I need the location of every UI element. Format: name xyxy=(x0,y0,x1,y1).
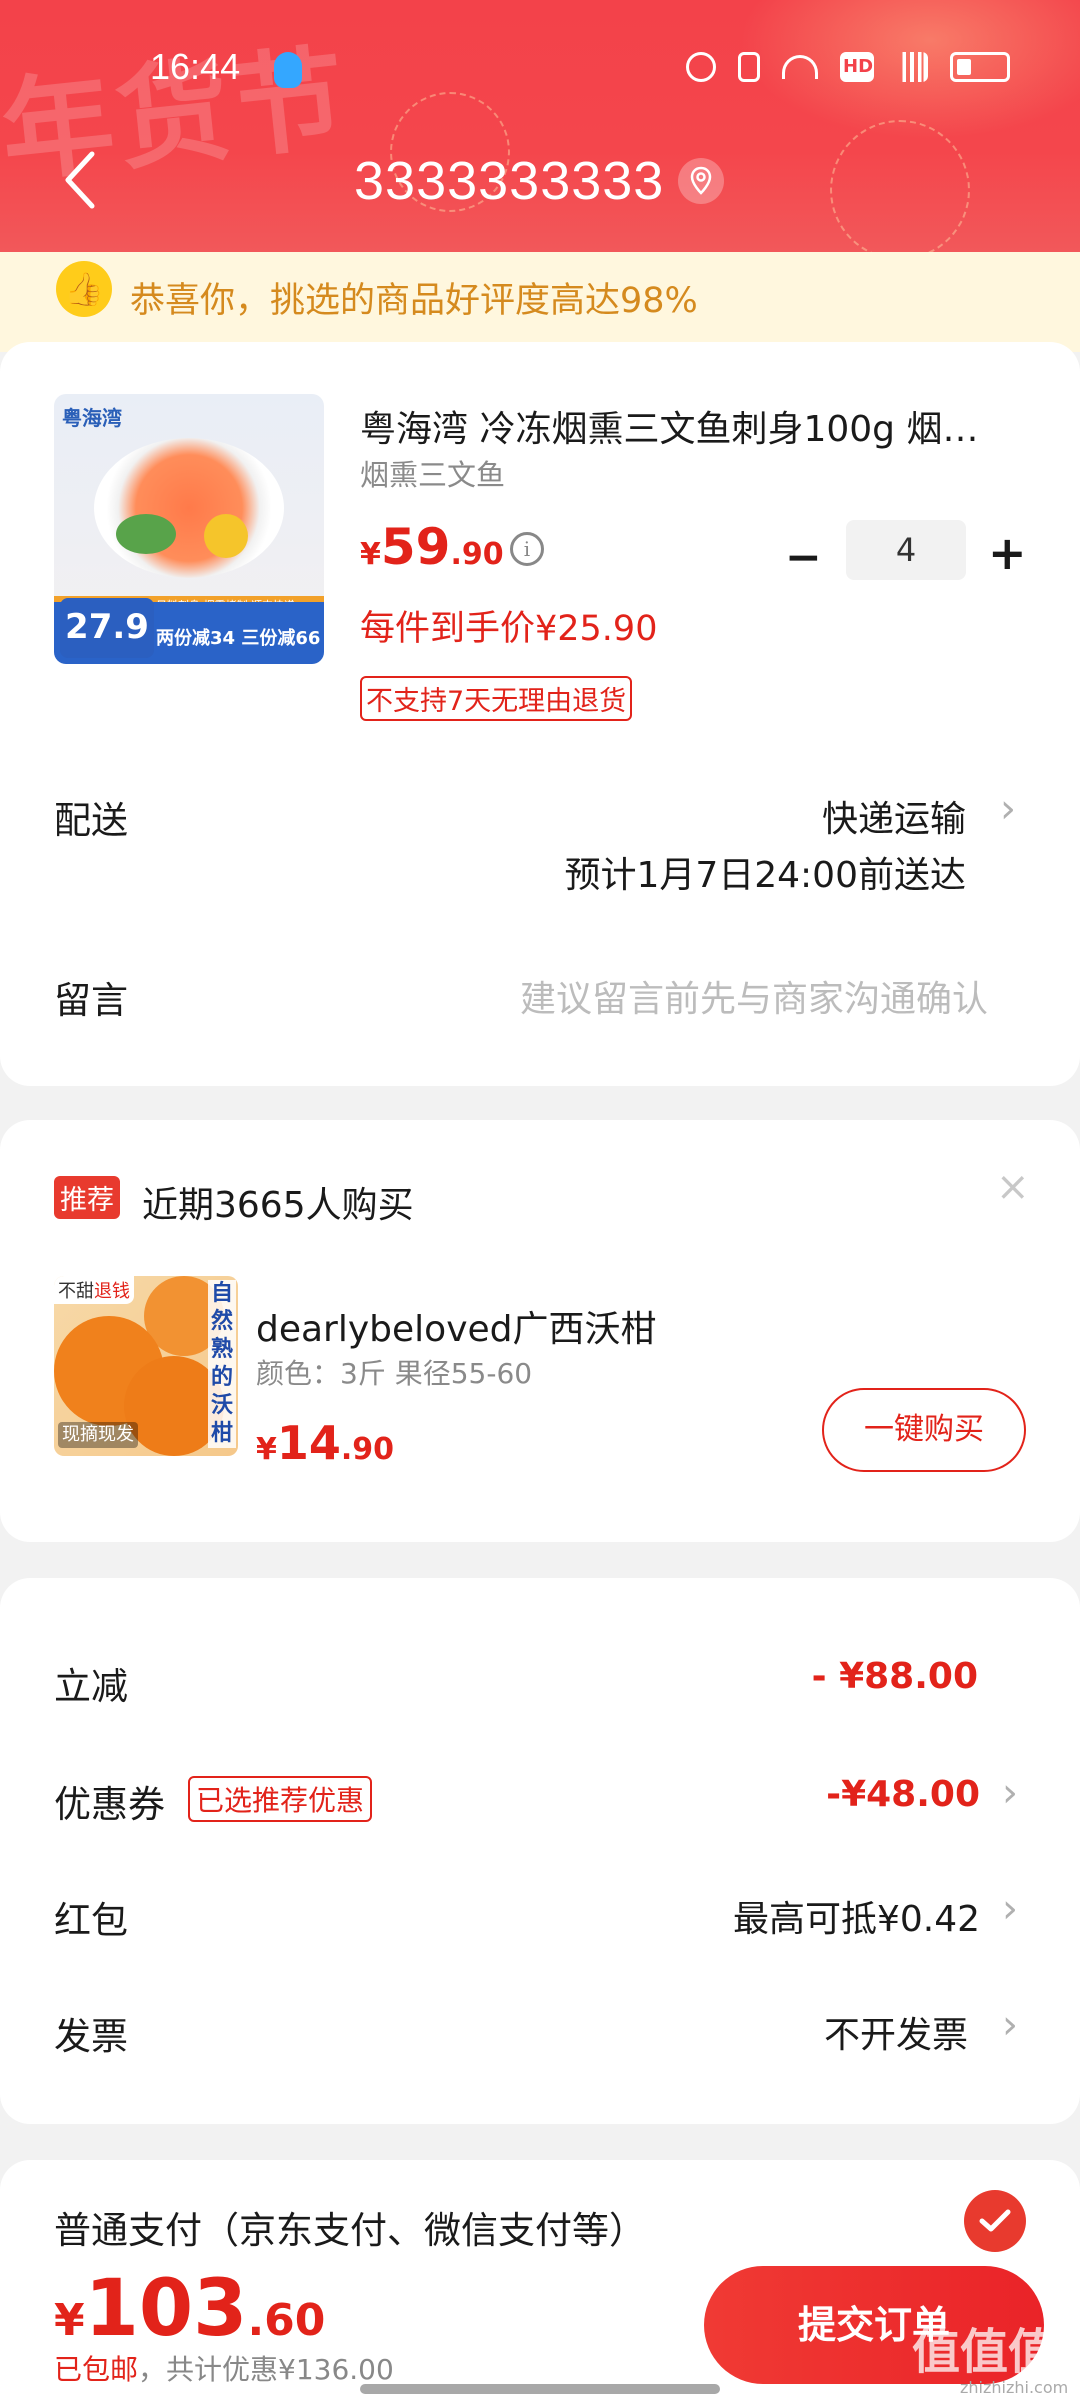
no-return-tag: 不支持7天无理由退货 xyxy=(360,676,633,721)
chevron-right-icon[interactable]: › xyxy=(1002,1770,1018,1816)
status-time: 16:44 xyxy=(150,46,241,87)
coupon-tag: 已选推荐优惠 xyxy=(188,1776,373,1822)
recommend-product-image[interactable]: 不甜退钱 自然熟的沃柑 现摘现发 xyxy=(54,1276,238,1456)
vibrate-icon xyxy=(738,52,760,82)
salmon-plate xyxy=(94,438,284,578)
hd-icon: HD xyxy=(840,52,874,82)
recommend-title: 近期3665人购买 xyxy=(142,1185,414,1226)
home-indicator[interactable] xyxy=(360,2384,720,2394)
discount-value: - ¥88.00 xyxy=(811,1656,978,1697)
price-decimal: .90 xyxy=(340,1432,395,1467)
location-pin-icon[interactable] xyxy=(678,158,724,204)
recommend-name[interactable]: dearlybeloved广西沃柑 xyxy=(256,1300,657,1352)
header: 年货节 16:44 HD 3333333333 xyxy=(0,0,1080,252)
banner-text: 恭喜你，挑选的商品好评度高达98% xyxy=(130,281,698,321)
recommend-price: ¥14.90 xyxy=(256,1416,394,1470)
close-icon[interactable]: × xyxy=(996,1164,1030,1210)
status-icons: HD xyxy=(686,52,1010,82)
price-integer: 14 xyxy=(276,1416,341,1470)
site-watermark: 值值值 xyxy=(912,2324,1057,2380)
garnish xyxy=(116,514,176,554)
invoice-label: 发票 xyxy=(54,2015,128,2058)
savings-text: ，共计优惠¥136.00 xyxy=(138,2353,394,2386)
price-currency: ¥ xyxy=(360,537,381,572)
quantity-input[interactable]: 4 xyxy=(846,520,966,580)
coupon-value[interactable]: -¥48.00 xyxy=(826,1774,980,1815)
check-icon[interactable] xyxy=(964,2190,1026,2252)
firework-decoration xyxy=(830,120,970,252)
shipping-method[interactable]: 快递运输 xyxy=(822,790,966,842)
product-image-price-badge: 27.9 xyxy=(60,598,154,658)
image-badge: 不甜退钱 xyxy=(54,1276,134,1304)
product-spec: 烟熏三文鱼 xyxy=(360,458,506,492)
page-title: 3333333333 xyxy=(354,151,665,211)
total-summary: 已包邮，共计优惠¥136.00 xyxy=(54,2348,394,2388)
alarm-icon xyxy=(686,52,716,82)
lemon xyxy=(204,514,248,558)
one-click-buy-button[interactable]: 一键购买 xyxy=(822,1388,1026,1472)
product-image-deal: 两份减34 三份减66 xyxy=(156,628,321,649)
quantity-decrease-button[interactable]: − xyxy=(785,532,822,583)
recommend-spec: 颜色：3斤 果径55-60 xyxy=(256,1357,533,1390)
image-vertical-text: 自然熟的沃柑 xyxy=(208,1280,236,1448)
wifi-icon xyxy=(782,55,818,79)
message-label: 留言 xyxy=(54,979,128,1022)
total-integer: 103 xyxy=(84,2264,248,2354)
redpack-label: 红包 xyxy=(54,1899,128,1942)
festival-watermark: 年货节 xyxy=(0,32,355,199)
redpack-value[interactable]: 最高可抵¥0.42 xyxy=(733,1890,980,1942)
invoice-value[interactable]: 不开发票 xyxy=(824,2006,968,2058)
discount-label: 立减 xyxy=(54,1665,128,1708)
product-image-brand: 粤海湾 xyxy=(62,406,122,430)
coupon-label: 优惠券 xyxy=(54,1783,165,1826)
thumbs-up-icon: 👍 xyxy=(56,261,112,317)
chevron-right-icon[interactable]: › xyxy=(1000,786,1016,832)
price-decimal: .90 xyxy=(450,537,504,572)
total-currency: ¥ xyxy=(54,2295,85,2346)
total-decimal: .60 xyxy=(247,2295,326,2346)
recommend-tag: 推荐 xyxy=(54,1176,120,1219)
back-icon[interactable] xyxy=(62,150,98,210)
qq-icon xyxy=(274,52,302,88)
payment-method-label[interactable]: 普通支付（京东支付、微信支付等） xyxy=(54,2200,646,2254)
price-integer: 59 xyxy=(380,518,451,576)
order-total: ¥103.60 xyxy=(54,2264,325,2354)
chevron-right-icon[interactable]: › xyxy=(1002,2002,1018,2048)
shipping-eta: 预计1月7日24:00前送达 xyxy=(564,855,966,896)
info-icon[interactable]: i xyxy=(510,532,544,566)
battery-icon xyxy=(950,52,1010,82)
free-shipping-text: 已包邮 xyxy=(54,2353,139,2386)
quantity-increase-button[interactable]: + xyxy=(988,526,1027,580)
product-image[interactable]: 粤海湾 日料刺身 烟熏烤制 顺丰快递 27.9 两份减34 三份减66 xyxy=(54,394,324,664)
shipping-label: 配送 xyxy=(54,799,128,842)
chevron-right-icon[interactable]: › xyxy=(1002,1886,1018,1932)
site-watermark-url: zhizhizhi.com xyxy=(960,2378,1069,2397)
unit-price: 每件到手价¥25.90 xyxy=(360,609,658,649)
price-currency: ¥ xyxy=(256,1432,277,1467)
product-title[interactable]: 粤海湾 冷冻烟熏三文鱼刺身100g 烟熏三文鱼 xyxy=(360,400,1010,452)
product-price: ¥59.90 xyxy=(360,518,504,576)
image-badge-bottom: 现摘现发 xyxy=(58,1422,138,1448)
signal-5g-icon xyxy=(896,52,928,82)
message-input[interactable]: 建议留言前先与商家沟通确认 xyxy=(520,970,988,1022)
